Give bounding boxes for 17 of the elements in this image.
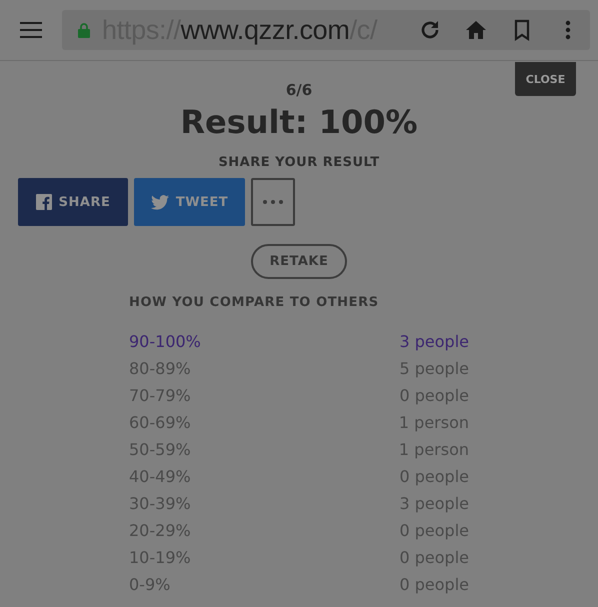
share-heading: SHARE YOUR RESULT [218, 155, 380, 170]
bird-icon [150, 194, 169, 210]
share-button[interactable]: SHARE [18, 178, 128, 226]
home-icon[interactable] [464, 18, 488, 42]
close-button[interactable]: CLOSE [515, 62, 576, 96]
tweet-button[interactable]: TWEET [134, 178, 245, 226]
facebook-icon [36, 194, 52, 210]
retake-button[interactable]: RETAKE [251, 244, 347, 279]
people-count: 3 people [400, 332, 469, 351]
lock-icon [78, 22, 90, 38]
result-title: Result: 100% [180, 103, 418, 141]
score-range: 90-100% [129, 332, 201, 351]
compare-heading: HOW YOU COMPARE TO OTHERS [129, 295, 380, 310]
progress-text: 6/6 [286, 81, 312, 99]
menu-icon[interactable] [20, 22, 42, 38]
more-button[interactable] [251, 178, 295, 226]
more-icon [263, 200, 283, 204]
